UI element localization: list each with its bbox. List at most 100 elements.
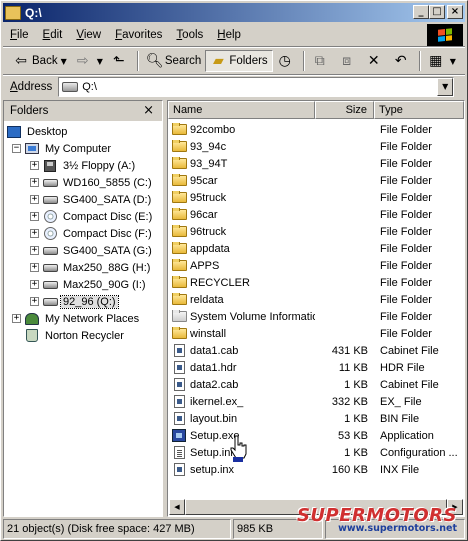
file-name-cell: data1.hdr	[168, 361, 315, 374]
status-objects: 21 object(s) (Disk free space: 427 MB)	[3, 519, 231, 539]
scrollbar-thumb[interactable]	[185, 499, 447, 515]
expand-icon[interactable]: +	[30, 263, 39, 272]
file-row[interactable]: reldata File Folder	[168, 291, 464, 308]
file-row[interactable]: 93_94c File Folder	[168, 138, 464, 155]
file-type: File Folder	[380, 174, 432, 187]
file-row[interactable]: 95car File Folder	[168, 172, 464, 189]
delete-button[interactable]: ✕	[362, 50, 389, 72]
tree-item[interactable]: Norton Recycler	[4, 327, 162, 344]
back-button[interactable]: ⇦ Back ▼	[9, 50, 71, 72]
chevron-down-icon[interactable]: ▼	[450, 57, 456, 66]
tree-item[interactable]: +92_96 (Q:)	[4, 293, 162, 310]
delete-icon: ✕	[367, 53, 380, 69]
file-row[interactable]: 92combo File Folder	[168, 121, 464, 138]
menu-view[interactable]: View	[69, 29, 108, 41]
tree-item[interactable]: + Max250_90G (I:)	[4, 276, 162, 293]
file-row[interactable]: Setup.ini 1 KB Configuration ...	[168, 444, 464, 461]
menu-file[interactable]: File	[3, 29, 36, 41]
desktop-icon	[6, 125, 22, 139]
drive-icon	[42, 261, 58, 275]
file-row[interactable]: layout.bin 1 KB BIN File	[168, 410, 464, 427]
history-button[interactable]: ◷	[273, 50, 300, 72]
file-row[interactable]: data1.hdr 11 KB HDR File	[168, 359, 464, 376]
address-dropdown-button[interactable]: ▼	[437, 78, 454, 96]
file-name-cell: System Volume Information	[168, 310, 315, 323]
network-places-icon	[24, 312, 40, 326]
scroll-right-arrow-icon[interactable]: ▶	[447, 499, 463, 515]
tree-item[interactable]: + SG400_SATA (D:)	[4, 191, 162, 208]
tree-item[interactable]: + WD160_5855 (C:)	[4, 174, 162, 191]
collapse-icon[interactable]: −	[12, 144, 21, 153]
window-controls: _ □ ×	[413, 5, 463, 19]
file-row[interactable]: winstall File Folder	[168, 325, 464, 342]
column-header-type[interactable]: Type	[374, 101, 464, 119]
address-value[interactable]: Q:\	[82, 81, 97, 93]
file-row[interactable]: Setup.exe 53 KB Application	[168, 427, 464, 444]
undo-button[interactable]: ↶	[389, 50, 416, 72]
tree-item[interactable]: + Compact Disc (F:)	[4, 225, 162, 242]
floppy-icon	[42, 159, 58, 173]
tree-item[interactable]: +3½ Floppy (A:)	[4, 157, 162, 174]
views-button[interactable]: ▦ ▼	[424, 50, 460, 72]
file-row[interactable]: setup.inx 160 KB INX File	[168, 461, 464, 478]
close-button[interactable]: ×	[447, 5, 463, 19]
file-row[interactable]: 95truck File Folder	[168, 189, 464, 206]
file-size: 1 KB	[344, 446, 368, 459]
chevron-down-icon[interactable]: ▼	[97, 57, 103, 66]
windows-logo	[427, 24, 463, 46]
expand-icon[interactable]: +	[30, 212, 39, 221]
file-name-cell: data2.cab	[168, 378, 315, 391]
tree-item[interactable]: Desktop	[4, 123, 162, 140]
file-row[interactable]: System Volume Information File Folder	[168, 308, 464, 325]
forward-button[interactable]: ⇨ ▼	[71, 50, 107, 72]
file-row[interactable]: data1.cab 431 KB Cabinet File	[168, 342, 464, 359]
expand-icon[interactable]: +	[30, 178, 39, 187]
menu-tools[interactable]: Tools	[169, 29, 210, 41]
minimize-button[interactable]: _	[413, 5, 429, 19]
file-row[interactable]: data2.cab 1 KB Cabinet File	[168, 376, 464, 393]
folders-button[interactable]: ▰ Folders	[205, 50, 273, 72]
file-row[interactable]: appdata File Folder	[168, 240, 464, 257]
tree-item[interactable]: + Compact Disc (E:)	[4, 208, 162, 225]
file-row[interactable]: 93_94T File Folder	[168, 155, 464, 172]
expand-icon[interactable]: +	[30, 246, 39, 255]
tree-item-label: My Network Places	[45, 312, 140, 325]
file-row[interactable]: 96truck File Folder	[168, 223, 464, 240]
up-button[interactable]: ⬑	[107, 50, 134, 72]
tree-item[interactable]: + My Network Places	[4, 310, 162, 327]
tree-item[interactable]: + SG400_SATA (G:)	[4, 242, 162, 259]
expand-icon[interactable]: +	[30, 161, 39, 170]
expand-icon[interactable]: +	[30, 280, 39, 289]
search-button[interactable]: 🔍︎ Search	[142, 50, 205, 72]
menu-help[interactable]: Help	[210, 29, 248, 41]
expand-icon[interactable]: +	[30, 297, 39, 306]
file-row[interactable]: APPS File Folder	[168, 257, 464, 274]
title-bar[interactable]: Q:\ _ □ ×	[3, 3, 465, 22]
column-header-size[interactable]: Size	[315, 101, 374, 119]
address-input[interactable]: Q:\ ▼	[58, 77, 455, 97]
horizontal-scrollbar[interactable]: ◀ ▶	[169, 499, 463, 515]
folder-icon	[171, 140, 187, 153]
move-to-button[interactable]: ⧉	[308, 50, 335, 72]
file-row[interactable]: 96car File Folder	[168, 206, 464, 223]
file-name: appdata	[190, 242, 230, 255]
menu-favorites[interactable]: Favorites	[108, 29, 169, 41]
scroll-left-arrow-icon[interactable]: ◀	[169, 499, 185, 515]
maximize-button[interactable]: □	[429, 5, 445, 19]
tree-item[interactable]: − My Computer	[4, 140, 162, 157]
expand-icon[interactable]: +	[30, 229, 39, 238]
chevron-down-icon[interactable]: ▼	[61, 57, 67, 66]
close-icon[interactable]: ×	[143, 103, 154, 118]
file-type: Cabinet File	[380, 344, 439, 357]
tree-item[interactable]: + Max250_88G (H:)	[4, 259, 162, 276]
expand-icon[interactable]: +	[30, 195, 39, 204]
column-header-name[interactable]: Name	[168, 101, 315, 119]
tree-item-label: My Computer	[45, 142, 112, 155]
status-zone	[325, 519, 465, 539]
file-row[interactable]: ikernel.ex_ 332 KB EX_ File	[168, 393, 464, 410]
expand-icon[interactable]: +	[12, 314, 21, 323]
copy-to-button[interactable]: ⧈	[335, 50, 362, 72]
file-row[interactable]: RECYCLER File Folder	[168, 274, 464, 291]
cabinet-file-icon	[171, 378, 187, 391]
menu-edit[interactable]: Edit	[36, 29, 70, 41]
